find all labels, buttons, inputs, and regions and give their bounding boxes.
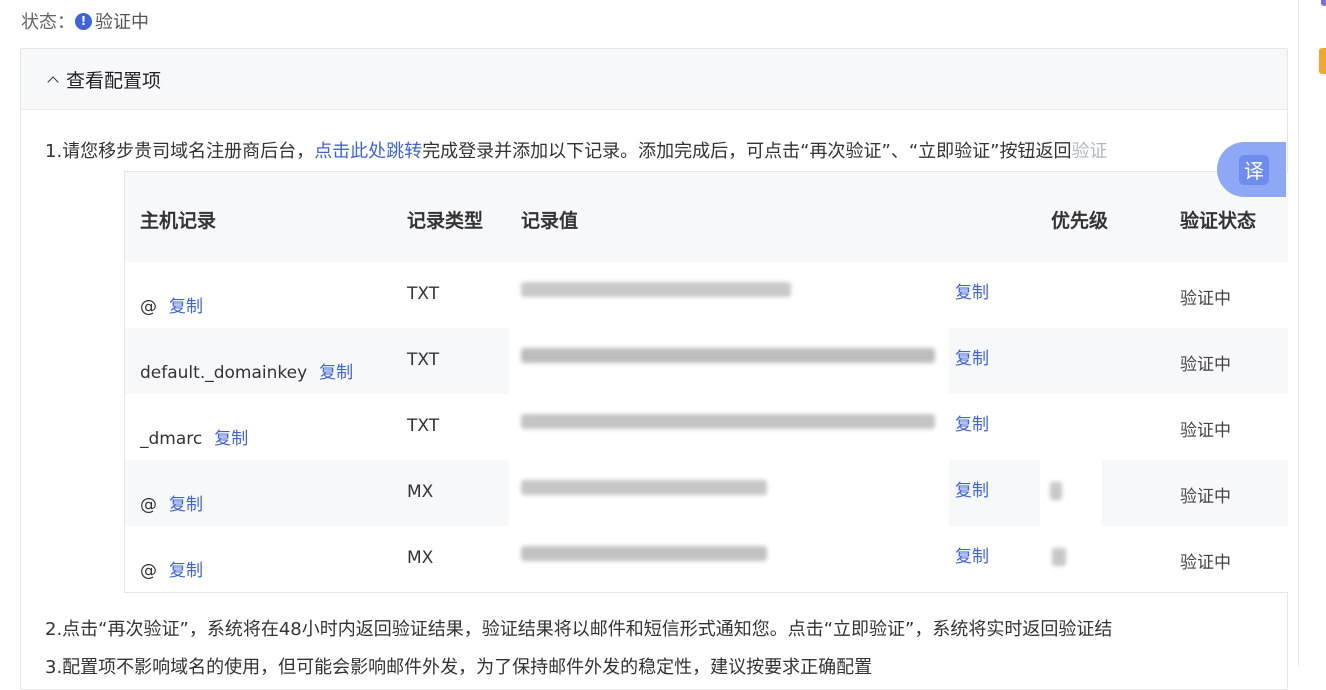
masked-value-bar: [521, 414, 935, 429]
verify-status: 验证中: [1180, 421, 1231, 441]
table-header: 主机记录 记录类型 记录值 优先级 验证状态: [125, 172, 1288, 262]
verify-status: 验证中: [1180, 553, 1231, 573]
host-value: default._domainkey: [140, 363, 308, 383]
sidebar-tab-icon[interactable]: [1319, 48, 1326, 74]
priority-masked: [1040, 526, 1102, 592]
copy-host-button[interactable]: 复制: [319, 363, 353, 383]
priority-masked: [1040, 460, 1102, 526]
step-1-text: 1.请您移步贵司域名注册商后台，点击此处跳转完成登录并添加以下记录。添加完成后，…: [45, 137, 1108, 163]
copy-host-button[interactable]: 复制: [169, 495, 203, 515]
host-value: @: [140, 297, 157, 317]
step-3-text: 3.配置项不影响域名的使用，但可能会影响邮件外发，为了保持邮件外发的稳定性，建议…: [45, 657, 873, 678]
masked-priority-bar: [1052, 548, 1066, 566]
step-2-text: 2.点击“再次验证”，系统将在48小时内返回验证结果，验证结果将以邮件和短信形式…: [45, 619, 1113, 640]
type-cell: MX: [407, 482, 434, 502]
panel-toggle[interactable]: 查看配置项: [21, 49, 1287, 110]
status-value-wrap: ! 验证中: [75, 8, 149, 34]
copy-value-button[interactable]: 复制: [955, 410, 989, 435]
translate-button[interactable]: 译: [1217, 142, 1286, 197]
type-cell: TXT: [407, 350, 440, 370]
right-sidebar: [1298, 0, 1326, 666]
panel-title: 查看配置项: [66, 69, 162, 92]
copy-value-button[interactable]: 复制: [955, 344, 989, 369]
step-1-suffix: 完成登录并添加以下记录。添加完成后，可点击“再次验证”、“立即验证”按钮返回: [422, 141, 1072, 162]
status-label: 状态：: [21, 12, 75, 33]
host-cell: @ 复制: [140, 490, 203, 515]
verify-status: 验证中: [1180, 355, 1231, 375]
copy-value-button[interactable]: 复制: [955, 542, 989, 567]
masked-priority-bar: [1050, 482, 1062, 500]
copy-host-button[interactable]: 复制: [169, 561, 203, 581]
table-row: @ 复制 MX 复制 验证中: [125, 460, 1288, 526]
copy-value-button[interactable]: 复制: [955, 278, 989, 303]
masked-value-bar: [521, 282, 791, 297]
copy-host-button[interactable]: 复制: [214, 429, 248, 449]
copy-host-button[interactable]: 复制: [169, 297, 203, 317]
masked-value-bar: [521, 348, 935, 363]
record-value-masked: [509, 328, 949, 394]
record-value-masked: [509, 394, 949, 460]
status-line: 状态： ! 验证中: [21, 8, 149, 34]
table-row: default._domainkey 复制 TXT 复制 验证中: [125, 328, 1288, 394]
header-priority: 优先级: [1051, 210, 1109, 232]
host-cell: default._domainkey 复制: [140, 358, 353, 383]
type-cell: TXT: [407, 416, 440, 436]
translate-icon: 译: [1239, 154, 1269, 185]
masked-value-bar: [521, 480, 767, 495]
type-cell: MX: [407, 548, 434, 568]
host-value: @: [140, 561, 157, 581]
record-value-masked: [509, 262, 949, 328]
jump-link[interactable]: 点击此处跳转: [314, 141, 422, 162]
header-host: 主机记录: [140, 210, 217, 232]
host-cell: @ 复制: [140, 292, 203, 317]
header-type: 记录类型: [407, 210, 484, 232]
status-value: 验证中: [95, 12, 149, 33]
record-value-masked: [509, 460, 949, 526]
chevron-up-icon: [47, 75, 59, 88]
config-panel: 查看配置项 1.请您移步贵司域名注册商后台，点击此处跳转完成登录并添加以下记录。…: [20, 48, 1288, 690]
masked-value-bar: [521, 546, 767, 561]
sidebar-indicator-icon[interactable]: [1321, 0, 1326, 6]
header-status: 验证状态: [1180, 210, 1257, 232]
verify-status: 验证中: [1180, 289, 1231, 309]
table-row: _dmarc 复制 TXT 复制 验证中: [125, 394, 1288, 460]
step-1-prefix: 1.请您移步贵司域名注册商后台，: [45, 141, 315, 162]
dns-records-table: 主机记录 记录类型 记录值 优先级 验证状态 @ 复制 TXT 复制 验证中 de…: [124, 171, 1288, 593]
host-cell: @ 复制: [140, 556, 203, 581]
verify-status: 验证中: [1180, 487, 1231, 507]
table-row: @ 复制 TXT 复制 验证中: [125, 262, 1288, 328]
copy-value-button[interactable]: 复制: [955, 476, 989, 501]
host-value: _dmarc: [140, 429, 203, 449]
exclamation-circle-icon: !: [75, 12, 92, 30]
step-1-tail: 验证: [1071, 141, 1108, 162]
table-row: @ 复制 MX 复制 验证中: [125, 526, 1288, 592]
record-value-masked: [509, 526, 949, 592]
host-cell: _dmarc 复制: [140, 424, 248, 449]
host-value: @: [140, 495, 157, 515]
header-value: 记录值: [521, 210, 579, 232]
type-cell: TXT: [407, 284, 440, 304]
